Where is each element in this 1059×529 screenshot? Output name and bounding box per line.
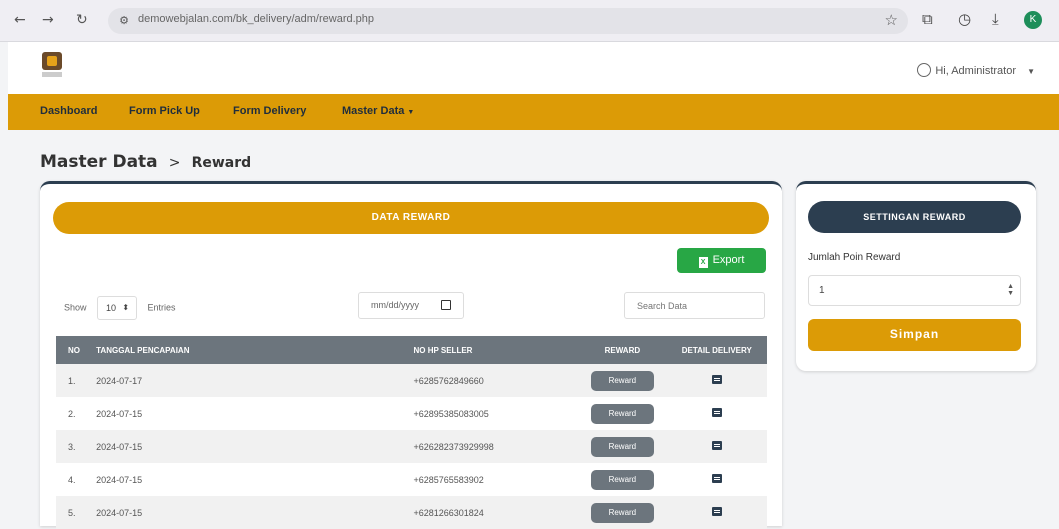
caret-down-icon: ▼ — [1027, 67, 1035, 76]
row-phone: +6285762849660 — [407, 364, 579, 397]
row-number: 5. — [56, 496, 91, 529]
reward-button[interactable]: Reward — [590, 469, 654, 490]
entries-value: 10 — [106, 303, 117, 313]
breadcrumb-separator: > — [168, 155, 181, 171]
row-phone: +6281266301824 — [407, 496, 579, 529]
table-header-row: NO TANGGAL PENCAPAIAN NO HP SELLER REWAR… — [56, 336, 767, 364]
table-row: 3. 2024-07-15 +626282373929998 Reward — [56, 430, 767, 463]
row-number: 3. — [56, 430, 91, 463]
date-filter-input[interactable]: mm/dd/yyyy — [358, 292, 464, 319]
save-button[interactable]: Simpan — [808, 319, 1021, 351]
entries-control: Show 10 ⬍ Entries — [64, 296, 176, 320]
calendar-icon[interactable] — [441, 300, 451, 310]
column-header-detail[interactable]: DETAIL DELIVERY — [666, 336, 767, 364]
user-menu[interactable]: Hi, Administrator ▼ — [917, 63, 1035, 77]
reward-button[interactable]: Reward — [590, 436, 654, 457]
extensions-icon[interactable]: ⧉ — [922, 10, 933, 28]
column-header-no[interactable]: NO — [56, 336, 91, 364]
entries-select[interactable]: 10 ⬍ — [97, 296, 138, 320]
user-icon — [917, 63, 932, 77]
row-number: 2. — [56, 397, 91, 430]
download-icon[interactable]: ⤓ — [992, 10, 999, 28]
reward-button[interactable]: Reward — [590, 502, 654, 523]
app-header: Hi, Administrator ▼ — [8, 42, 1059, 94]
detail-delivery-icon[interactable] — [711, 441, 722, 450]
breadcrumb-main: Master Data — [40, 152, 158, 172]
row-date: 2024-07-15 — [90, 430, 408, 463]
search-input[interactable] — [624, 292, 765, 319]
card-title: DATA REWARD — [53, 202, 769, 234]
reward-points-label: Jumlah Poin Reward — [808, 252, 901, 263]
profile-avatar[interactable]: K — [1024, 11, 1042, 29]
row-number: 4. — [56, 463, 91, 496]
reload-icon[interactable]: ↻ — [76, 12, 88, 28]
reward-points-input[interactable]: 1 ▲ ▼ — [808, 275, 1021, 306]
nav-item-master-data-label: Master Data — [342, 105, 405, 117]
entries-label: Entries — [147, 302, 176, 313]
caret-down-icon: ▼ — [407, 109, 415, 116]
excel-icon: X — [698, 257, 708, 268]
browser-toolbar: ← → ↻ ⚙ demowebjalan.com/bk_delivery/adm… — [0, 0, 1059, 42]
row-number: 1. — [56, 364, 91, 397]
url-text: demowebjalan.com/bk_delivery/adm/reward.… — [138, 13, 375, 25]
nav-item-form-pick-up[interactable]: Form Pick Up — [129, 105, 200, 117]
row-date: 2024-07-15 — [90, 463, 408, 496]
row-date: 2024-07-15 — [90, 496, 408, 529]
reward-data-card: DATA REWARD X Export Show 10 ⬍ Entries mm… — [40, 181, 782, 529]
date-placeholder: mm/dd/yyyy — [371, 300, 420, 310]
export-button[interactable]: X Export — [677, 248, 766, 273]
column-header-reward[interactable]: REWARD — [578, 336, 667, 364]
table-row: 4. 2024-07-15 +6285765583902 Reward — [56, 463, 767, 496]
detail-delivery-icon[interactable] — [711, 408, 722, 417]
bookmark-star-icon[interactable]: ☆ — [885, 11, 898, 29]
reward-button[interactable]: Reward — [590, 403, 654, 424]
column-header-phone[interactable]: NO HP SELLER — [407, 336, 579, 364]
table-row: 1. 2024-07-17 +6285762849660 Reward — [56, 364, 767, 397]
reward-button[interactable]: Reward — [590, 370, 654, 391]
address-bar[interactable]: ⚙ demowebjalan.com/bk_delivery/adm/rewar… — [108, 8, 908, 34]
detail-delivery-icon[interactable] — [711, 375, 722, 384]
detail-delivery-icon[interactable] — [711, 474, 722, 483]
forward-icon[interactable]: → — [42, 12, 54, 28]
row-date: 2024-07-15 — [90, 397, 408, 430]
nav-item-form-delivery[interactable]: Form Delivery — [233, 105, 306, 117]
row-phone: +626282373929998 — [407, 430, 579, 463]
brand-logo[interactable] — [42, 52, 62, 80]
breadcrumb-current: Reward — [191, 155, 252, 171]
reward-settings-card: SETTINGAN REWARD Jumlah Poin Reward 1 ▲ ▼… — [796, 181, 1036, 371]
breadcrumb: Master Data > Reward — [40, 152, 251, 172]
main-navbar: Dashboard Form Pick Up Form Delivery Mas… — [8, 94, 1059, 130]
number-spinner-icon[interactable]: ▲ ▼ — [1007, 283, 1014, 297]
reward-points-value: 1 — [819, 285, 825, 296]
row-date: 2024-07-17 — [90, 364, 408, 397]
history-icon[interactable]: ◷ — [958, 10, 971, 28]
select-caret-icon: ⬍ — [122, 303, 130, 312]
site-info-icon[interactable]: ⚙ — [116, 13, 132, 29]
settings-title: SETTINGAN REWARD — [808, 201, 1021, 233]
column-header-date[interactable]: TANGGAL PENCAPAIAN — [90, 336, 408, 364]
show-label: Show — [64, 302, 87, 313]
detail-delivery-icon[interactable] — [711, 507, 722, 516]
nav-item-dashboard[interactable]: Dashboard — [40, 105, 97, 117]
row-phone: +6285765583902 — [407, 463, 579, 496]
table-row: 2. 2024-07-15 +62895385083005 Reward — [56, 397, 767, 430]
row-phone: +62895385083005 — [407, 397, 579, 430]
back-icon[interactable]: ← — [14, 12, 26, 28]
reward-table: NO TANGGAL PENCAPAIAN NO HP SELLER REWAR… — [56, 336, 767, 529]
user-greeting: Hi, Administrator — [935, 65, 1017, 77]
export-label: Export — [712, 254, 745, 266]
table-row: 5. 2024-07-15 +6281266301824 Reward — [56, 496, 767, 529]
nav-item-master-data[interactable]: Master Data ▼ — [342, 105, 414, 117]
